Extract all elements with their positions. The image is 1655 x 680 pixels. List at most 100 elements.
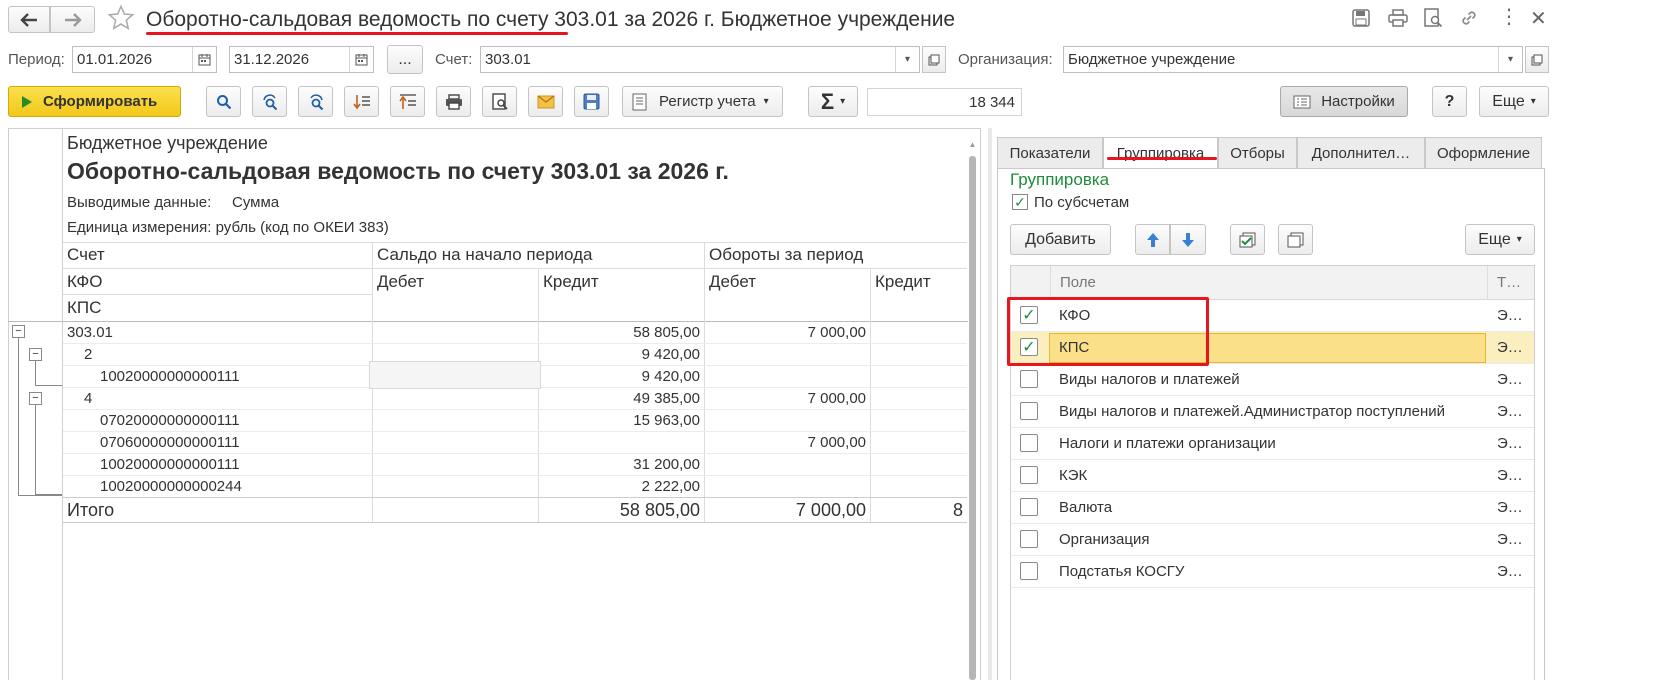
list-item[interactable]: Налоги и платежи организации Э… bbox=[1011, 428, 1534, 460]
period-to-value: 31.12.2026 bbox=[234, 51, 310, 68]
field-name: Подстатья КОСГУ bbox=[1059, 563, 1185, 580]
move-down-button[interactable] bbox=[1170, 224, 1206, 255]
add-button[interactable]: Добавить bbox=[1010, 224, 1111, 255]
search-next-icon bbox=[262, 93, 277, 110]
by-subaccounts-checkbox[interactable]: ✓ bbox=[1012, 194, 1028, 210]
collapse-list-icon bbox=[398, 93, 416, 109]
back-button[interactable] bbox=[8, 6, 50, 33]
open-window-icon bbox=[1531, 54, 1543, 65]
field-name: Виды налогов и платежей.Администратор по… bbox=[1059, 403, 1445, 420]
row-debit2: 7 000,00 bbox=[807, 324, 866, 341]
tab-indicators[interactable]: Показатели bbox=[997, 137, 1103, 169]
check-all-button[interactable] bbox=[1230, 224, 1265, 255]
find-next-button[interactable] bbox=[252, 86, 287, 117]
save-report-button[interactable] bbox=[574, 86, 609, 117]
check-all-icon bbox=[1239, 232, 1255, 247]
row-name: 10020000000000111 bbox=[100, 368, 240, 385]
sum-dropdown[interactable]: Σ ▾ bbox=[808, 86, 858, 117]
field-checkbox[interactable] bbox=[1020, 434, 1038, 452]
uncheck-all-button[interactable] bbox=[1278, 224, 1313, 255]
print-icon[interactable] bbox=[1388, 9, 1408, 31]
field-checkbox[interactable] bbox=[1020, 562, 1038, 580]
list-item[interactable]: Организация Э… bbox=[1011, 524, 1534, 556]
period-label: Период: bbox=[8, 51, 65, 68]
list-item[interactable]: Валюта Э… bbox=[1011, 492, 1534, 524]
save-icon[interactable] bbox=[1352, 9, 1370, 31]
calendar-icon[interactable] bbox=[192, 47, 216, 72]
col-type-header[interactable]: Т… bbox=[1497, 274, 1521, 291]
more-button[interactable]: Еще ▾ bbox=[1479, 86, 1549, 117]
link-icon[interactable] bbox=[1459, 8, 1479, 32]
field-checkbox[interactable] bbox=[1020, 370, 1038, 388]
tab-formatting[interactable]: Оформление bbox=[1425, 137, 1542, 169]
org-open-button[interactable] bbox=[1525, 46, 1549, 73]
chevron-down-icon[interactable]: ▾ bbox=[1498, 47, 1522, 72]
chevron-down-icon[interactable]: ▾ bbox=[895, 47, 919, 72]
header-sep bbox=[1487, 266, 1488, 300]
list-item[interactable]: Виды налогов и платежей Э… bbox=[1011, 364, 1534, 396]
play-icon bbox=[22, 95, 32, 108]
find-prev-button[interactable] bbox=[298, 86, 333, 117]
tab-grouping[interactable]: Группировка bbox=[1103, 137, 1218, 169]
account-field[interactable]: 303.01 ▾ bbox=[480, 46, 920, 73]
period-select-button[interactable]: ... bbox=[387, 45, 423, 74]
generate-button[interactable]: Сформировать bbox=[8, 86, 181, 117]
period-to-field[interactable]: 31.12.2026 bbox=[229, 46, 374, 73]
header-line-3 bbox=[63, 294, 373, 295]
preview-button[interactable] bbox=[482, 86, 517, 117]
row-line bbox=[63, 343, 967, 344]
row-name: 4 bbox=[84, 390, 93, 407]
tab-filters[interactable]: Отборы bbox=[1218, 137, 1297, 169]
header-debit-1: Дебет bbox=[377, 272, 424, 291]
chevron-down-icon: ▾ bbox=[1516, 234, 1522, 245]
forward-button[interactable] bbox=[50, 6, 95, 33]
expand-all-button[interactable] bbox=[344, 86, 379, 117]
register-dropdown[interactable]: Регистр учета ▾ bbox=[622, 86, 783, 117]
org-field[interactable]: Бюджетное учреждение ▾ bbox=[1063, 46, 1523, 73]
row-credit: 9 420,00 bbox=[641, 346, 700, 363]
report-scrollbar[interactable]: ▲ bbox=[968, 140, 977, 680]
print-button[interactable] bbox=[436, 86, 471, 117]
panel-splitter[interactable] bbox=[988, 128, 992, 680]
header-credit-2: Кредит bbox=[875, 272, 931, 291]
field-checkbox[interactable] bbox=[1020, 402, 1038, 420]
col-sep-4 bbox=[870, 268, 871, 522]
collapse-toggle[interactable]: − bbox=[12, 325, 25, 338]
floppy-icon bbox=[583, 93, 600, 110]
find-button[interactable] bbox=[206, 86, 241, 117]
tree-line bbox=[18, 338, 19, 496]
title-underline bbox=[146, 32, 568, 35]
favorite-star-icon[interactable] bbox=[107, 4, 135, 36]
collapse-all-button[interactable] bbox=[390, 86, 425, 117]
close-icon[interactable]: ✕ bbox=[1530, 6, 1547, 31]
total-label: Итого bbox=[67, 500, 115, 520]
panel-more-button[interactable]: Еще ▾ bbox=[1465, 224, 1535, 255]
collapse-toggle[interactable]: − bbox=[29, 348, 42, 361]
field-checkbox[interactable] bbox=[1020, 530, 1038, 548]
col-field-header[interactable]: Поле bbox=[1060, 274, 1096, 291]
scroll-up-arrow[interactable]: ▲ bbox=[968, 140, 977, 149]
help-button[interactable]: ? bbox=[1432, 86, 1467, 117]
preview-icon[interactable] bbox=[1423, 8, 1443, 32]
org-label: Организация: bbox=[958, 51, 1053, 68]
account-open-button[interactable] bbox=[922, 46, 946, 73]
field-checkbox[interactable] bbox=[1020, 498, 1038, 516]
list-item[interactable]: КЭК Э… bbox=[1011, 460, 1534, 492]
total-credit2: 8 bbox=[953, 500, 964, 520]
header-bottom-line bbox=[8, 321, 968, 322]
calendar-icon[interactable] bbox=[349, 47, 373, 72]
scroll-thumb[interactable] bbox=[969, 156, 976, 680]
field-name: Виды налогов и платежей bbox=[1059, 371, 1240, 388]
more-vertical-icon[interactable]: ⋮ bbox=[1499, 7, 1519, 27]
list-item[interactable]: Подстатья КОСГУ Э… bbox=[1011, 556, 1534, 588]
selected-cell[interactable] bbox=[369, 361, 541, 389]
collapse-toggle[interactable]: − bbox=[29, 392, 42, 405]
output-value: Сумма bbox=[232, 194, 280, 211]
period-from-field[interactable]: 01.01.2026 bbox=[72, 46, 217, 73]
tab-additional[interactable]: Дополнител… bbox=[1297, 137, 1425, 169]
field-checkbox[interactable] bbox=[1020, 466, 1038, 484]
email-button[interactable] bbox=[528, 86, 563, 117]
settings-button[interactable]: Настройки bbox=[1280, 86, 1408, 117]
move-up-button[interactable] bbox=[1135, 224, 1170, 255]
list-item[interactable]: Виды налогов и платежей.Администратор по… bbox=[1011, 396, 1534, 428]
